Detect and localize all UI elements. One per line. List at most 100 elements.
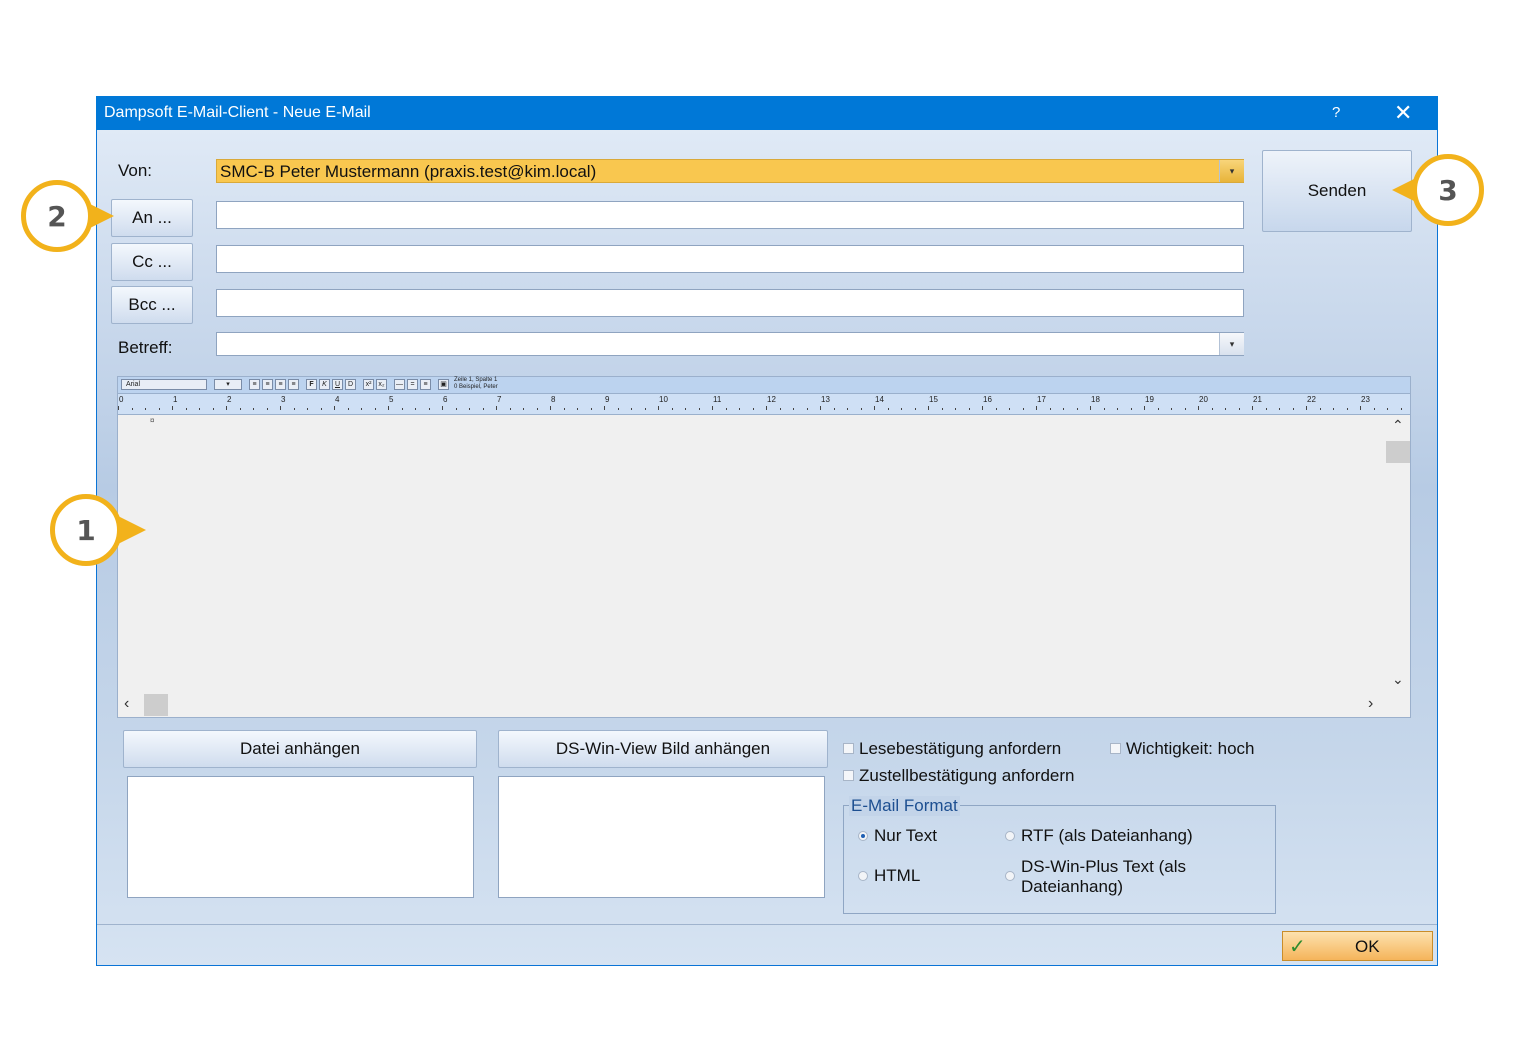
underline-icon[interactable]: U [332, 379, 343, 390]
scroll-down-icon[interactable]: ⌄ [1392, 671, 1404, 688]
attached-images-list[interactable] [498, 776, 825, 898]
bcc-button[interactable]: Bcc ... [111, 286, 193, 324]
ruler-tick [280, 406, 281, 410]
ruler-tick [982, 406, 983, 410]
paragraph-mark: ¤ [150, 416, 155, 425]
ruler-tick [1157, 408, 1159, 410]
help-button[interactable]: ? [1332, 104, 1340, 121]
dswin-radio[interactable] [1005, 871, 1015, 881]
html-radio[interactable] [858, 871, 868, 881]
ruler-tick [806, 408, 808, 410]
delivery-receipt-checkbox[interactable] [843, 770, 854, 781]
font-select[interactable]: Arial [121, 379, 207, 390]
vertical-scroll-thumb[interactable] [1386, 441, 1410, 463]
line-spacing-3-icon[interactable]: ≡ [420, 379, 431, 390]
window-title: Dampsoft E-Mail-Client - Neue E-Mail [104, 104, 371, 121]
scroll-left-icon[interactable]: ‹ [124, 695, 129, 713]
ruler-number: 14 [875, 395, 884, 404]
betreff-label: Betreff: [118, 338, 173, 357]
ruler-tick [698, 408, 700, 410]
ruler-tick [1063, 408, 1064, 410]
align-justify-icon[interactable]: ≡ [288, 379, 299, 390]
vertical-scrollbar[interactable]: ⌃ ⌄ [1386, 415, 1410, 694]
betreff-select[interactable]: ▾ [216, 332, 1244, 356]
ruler-tick [158, 408, 160, 410]
ruler[interactable]: 0 1 2 3 4 5 6 7 8 9 10 11 12 13 14 15 16 17 18 19 20 21 22 23 [118, 394, 1410, 415]
ruler-number: 2 [227, 395, 232, 404]
scroll-up-icon[interactable]: ⌃ [1392, 417, 1404, 434]
editor-status: Zeile 1, Spalte 1 0 Beispiel, Peter [454, 377, 498, 391]
von-select[interactable]: SMC-B Peter Mustermann (praxis.test@kim.… [216, 159, 1244, 183]
dswin-label-line2: Dateianhang) [1021, 877, 1124, 896]
ruler-tick [496, 406, 497, 410]
superscript-icon[interactable]: x² [363, 379, 374, 390]
an-button[interactable]: An ... [111, 199, 193, 237]
message-editor[interactable] [117, 376, 1411, 718]
ruler-tick [1198, 406, 1199, 410]
scroll-right-icon[interactable]: › [1368, 695, 1373, 713]
ruler-tick [185, 408, 187, 410]
font-size-select[interactable]: ▾ [214, 379, 242, 390]
ruler-number: 12 [767, 395, 776, 404]
ruler-number: 13 [821, 395, 830, 404]
close-icon[interactable]: ✕ [1394, 100, 1412, 126]
ruler-tick [239, 408, 241, 410]
insert-image-icon[interactable]: ▣ [438, 379, 449, 390]
ruler-number: 21 [1253, 395, 1262, 404]
ruler-tick [401, 408, 403, 410]
cc-button[interactable]: Cc ... [111, 243, 193, 281]
read-receipt-label: Lesebestätigung anfordern [859, 739, 1062, 758]
horizontal-scroll-thumb[interactable] [144, 694, 168, 716]
attached-files-list[interactable] [127, 776, 474, 898]
callout-3: 3 [1412, 154, 1484, 226]
bold-icon[interactable]: F [306, 379, 317, 390]
attach-file-button[interactable]: Datei anhängen [123, 730, 477, 768]
ruler-number: 1 [173, 395, 178, 404]
ruler-number: 11 [713, 395, 722, 404]
cc-field[interactable] [216, 245, 1244, 273]
nur-text-radio[interactable] [858, 831, 868, 841]
line-spacing-2-icon[interactable]: = [407, 379, 418, 390]
ruler-tick [1130, 408, 1132, 410]
rtf-radio[interactable] [1005, 831, 1015, 841]
ruler-tick [1252, 406, 1253, 410]
importance-checkbox[interactable] [1110, 743, 1121, 754]
align-center-icon[interactable]: ≡ [262, 379, 273, 390]
ruler-tick [172, 406, 173, 410]
rtf-label: RTF (als Dateianhang) [1021, 826, 1193, 845]
ruler-tick [1211, 408, 1213, 410]
align-left-icon[interactable]: ≡ [249, 379, 260, 390]
ruler-number: 17 [1037, 395, 1046, 404]
callout-2: 2 [21, 180, 93, 252]
ruler-tick [428, 408, 430, 410]
ruler-tick [590, 408, 592, 410]
ruler-tick [334, 406, 335, 410]
ruler-tick [1319, 408, 1321, 410]
subscript-icon[interactable]: x₂ [376, 379, 387, 390]
html-label: HTML [874, 866, 921, 885]
ruler-tick [388, 406, 389, 410]
radio-selected-dot [861, 834, 865, 838]
horizontal-scrollbar[interactable]: ‹ › [118, 694, 1386, 716]
line-spacing-1-icon[interactable]: — [394, 379, 405, 390]
ruler-tick [847, 408, 848, 410]
chevron-down-icon[interactable]: ▾ [1219, 333, 1244, 355]
ruler-tick [752, 408, 754, 410]
bcc-field[interactable] [216, 289, 1244, 317]
chevron-down-icon[interactable]: ▾ [1219, 160, 1244, 182]
attach-image-button[interactable]: DS-Win-View Bild anhängen [498, 730, 828, 768]
von-label: Von: [118, 161, 153, 180]
send-button[interactable]: Senden [1262, 150, 1412, 232]
strikethrough-icon[interactable]: D [345, 379, 356, 390]
ruler-number: 10 [659, 395, 668, 404]
align-right-icon[interactable]: ≡ [275, 379, 286, 390]
ruler-tick [415, 408, 416, 410]
ruler-tick [253, 408, 254, 410]
italic-icon[interactable]: K [319, 379, 330, 390]
ok-button[interactable]: ✓ OK [1282, 931, 1433, 961]
ruler-tick [1306, 406, 1307, 410]
ruler-number: 16 [983, 395, 992, 404]
ruler-tick [455, 408, 457, 410]
read-receipt-checkbox[interactable] [843, 743, 854, 754]
an-field[interactable] [216, 201, 1244, 229]
